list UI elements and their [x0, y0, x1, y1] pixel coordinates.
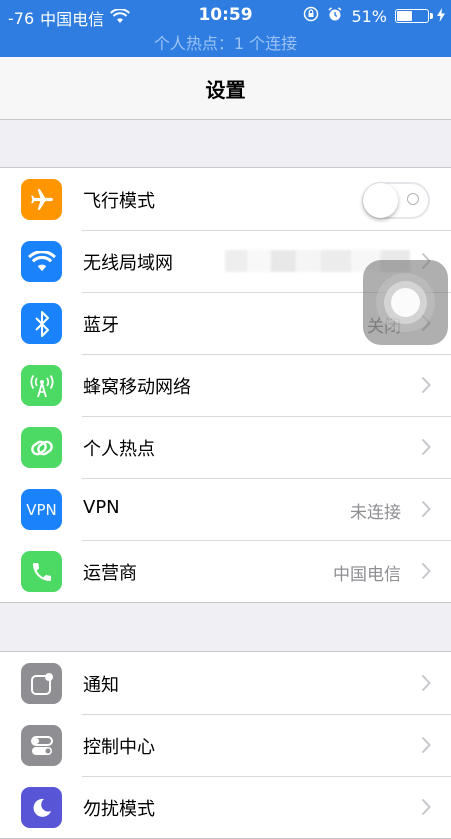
alarm-icon: [327, 6, 343, 26]
notifications-icon: [21, 663, 62, 704]
chevron-right-icon: [421, 438, 431, 456]
settings-row-vpn[interactable]: VPN VPN 未连接: [0, 478, 451, 540]
toggle-knob: [363, 183, 398, 218]
toggle-off-indicator: [407, 193, 419, 205]
vpn-status-value: 未连接: [350, 503, 401, 523]
settings-row-cellular[interactable]: 蜂窝移动网络: [0, 354, 451, 416]
assistive-touch-ring-inner: [391, 288, 420, 317]
settings-row-airplane-mode: 飞行模式: [0, 168, 451, 230]
navigation-bar: 设置: [0, 57, 451, 120]
hotspot-banner[interactable]: 个人热点：1 个连接: [0, 30, 451, 54]
settings-group-system: 通知 控制中心 勿扰模式: [0, 651, 451, 839]
chevron-right-icon: [421, 798, 431, 816]
airplane-icon: [21, 179, 62, 220]
settings-row-do-not-disturb[interactable]: 勿扰模式: [0, 776, 451, 838]
wifi-icon: [21, 241, 62, 282]
vpn-icon: VPN: [21, 489, 62, 530]
cellular-icon: [21, 365, 62, 406]
settings-row-label: 个人热点: [83, 439, 155, 460]
assistive-touch-button[interactable]: [363, 260, 448, 345]
vpn-icon-text: VPN: [26, 500, 57, 519]
settings-row-label: 通知: [83, 675, 119, 696]
settings-group-connectivity: 飞行模式 无线局域网 蓝牙 关闭 蜂窝移动网络 个人热点: [0, 167, 451, 603]
chevron-right-icon: [421, 736, 431, 754]
battery-percent: 51%: [351, 6, 387, 26]
battery-icon: [395, 9, 433, 23]
chevron-right-icon: [421, 500, 431, 518]
chevron-right-icon: [421, 376, 431, 394]
chevron-right-icon: [421, 562, 431, 580]
moon-icon: [21, 787, 62, 828]
settings-row-label: 勿扰模式: [83, 799, 155, 820]
carrier-value: 中国电信: [333, 565, 401, 585]
control-center-icon: [21, 725, 62, 766]
settings-row-notifications[interactable]: 通知: [0, 652, 451, 714]
airplane-mode-toggle[interactable]: [362, 182, 430, 219]
chevron-right-icon: [421, 674, 431, 692]
charging-icon: [437, 7, 445, 26]
hotspot-icon: [21, 427, 62, 468]
rotation-lock-icon: [303, 6, 319, 26]
settings-row-label: VPN: [83, 497, 120, 518]
status-right: 51%: [303, 6, 445, 26]
battery-level: [397, 11, 412, 21]
settings-row-label: 控制中心: [83, 737, 155, 758]
status-bar: -76 中国电信 10:59 51% 个人热点：1 个连接: [0, 0, 451, 57]
settings-row-label: 飞行模式: [83, 191, 155, 212]
settings-row-control-center[interactable]: 控制中心: [0, 714, 451, 776]
settings-row-label: 蜂窝移动网络: [83, 377, 191, 398]
settings-row-personal-hotspot[interactable]: 个人热点: [0, 416, 451, 478]
settings-row-carrier[interactable]: 运营商 中国电信: [0, 540, 451, 602]
phone-icon: [21, 551, 62, 592]
settings-row-label: 运营商: [83, 563, 137, 584]
bluetooth-icon: [21, 303, 62, 344]
settings-row-label: 无线局域网: [83, 253, 173, 274]
page-title: 设置: [205, 77, 246, 102]
settings-row-label: 蓝牙: [83, 315, 119, 336]
